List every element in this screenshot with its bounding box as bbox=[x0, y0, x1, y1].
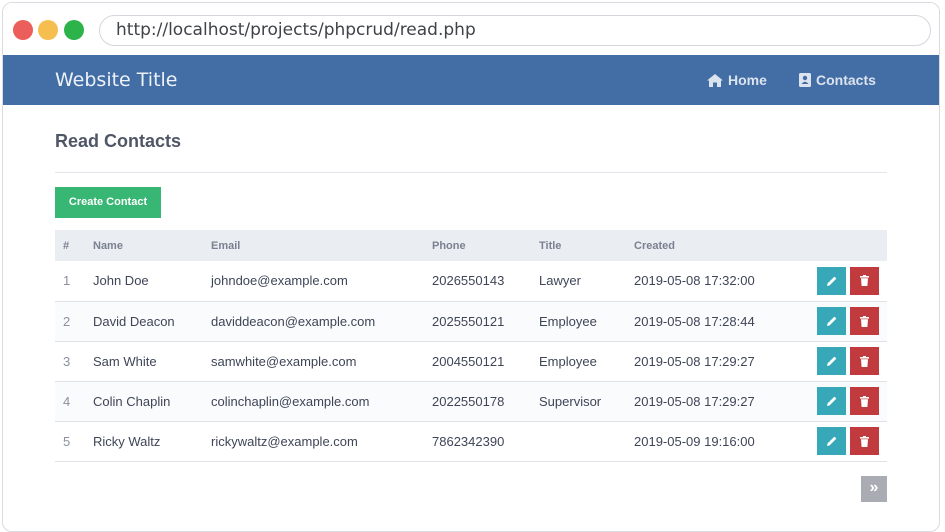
cell-email: johndoe@example.com bbox=[211, 261, 432, 302]
home-icon bbox=[707, 73, 723, 87]
column-header-name: Name bbox=[93, 230, 211, 261]
delete-button[interactable] bbox=[850, 266, 879, 295]
site-title[interactable]: Website Title bbox=[55, 55, 178, 105]
cell-phone: 2022550178 bbox=[432, 381, 539, 422]
column-header-actions bbox=[811, 230, 887, 261]
cell-number: 5 bbox=[55, 421, 93, 462]
cell-number: 3 bbox=[55, 341, 93, 382]
cell-actions bbox=[811, 301, 887, 342]
cell-number: 4 bbox=[55, 381, 93, 422]
cell-created: 2019-05-08 17:32:00 bbox=[634, 261, 811, 302]
create-contact-button[interactable]: Create Contact bbox=[55, 187, 161, 218]
cell-name: Ricky Waltz bbox=[93, 421, 211, 462]
cell-number: 1 bbox=[55, 261, 93, 302]
pencil-icon bbox=[826, 316, 836, 326]
table-body: 1 John Doe johndoe@example.com 202655014… bbox=[55, 261, 887, 462]
cell-title bbox=[539, 421, 634, 462]
cell-title: Employee bbox=[539, 301, 634, 342]
table-row: 1 John Doe johndoe@example.com 202655014… bbox=[55, 261, 887, 302]
pencil-icon bbox=[826, 436, 836, 446]
cell-email: samwhite@example.com bbox=[211, 341, 432, 382]
column-header-title: Title bbox=[539, 230, 634, 261]
browser-window: http://localhost/projects/phpcrud/read.p… bbox=[2, 2, 940, 532]
table-header-row: # Name Email Phone Title Created bbox=[55, 230, 887, 261]
cell-title: Employee bbox=[539, 341, 634, 382]
cell-actions bbox=[811, 421, 887, 462]
trash-icon bbox=[860, 395, 869, 407]
page-title: Read Contacts bbox=[55, 131, 182, 151]
nav-link-contacts[interactable]: Contacts bbox=[799, 55, 876, 105]
edit-button[interactable] bbox=[817, 266, 846, 295]
delete-button[interactable] bbox=[850, 387, 879, 415]
cell-actions bbox=[811, 341, 887, 382]
contacts-table: # Name Email Phone Title Created 1 John … bbox=[55, 230, 887, 462]
cell-email: daviddeacon@example.com bbox=[211, 301, 432, 342]
trash-icon bbox=[860, 315, 869, 327]
cell-name: David Deacon bbox=[93, 301, 211, 342]
cell-title: Supervisor bbox=[539, 381, 634, 422]
trash-icon bbox=[860, 435, 869, 447]
column-header-email: Email bbox=[211, 230, 432, 261]
table-row: 4 Colin Chaplin colinchaplin@example.com… bbox=[55, 381, 887, 422]
delete-button[interactable] bbox=[850, 307, 879, 335]
cell-email: rickywaltz@example.com bbox=[211, 421, 432, 462]
column-header-created: Created bbox=[634, 230, 811, 261]
cell-name: Colin Chaplin bbox=[93, 381, 211, 422]
cell-phone: 7862342390 bbox=[432, 421, 539, 462]
cell-name: Sam White bbox=[93, 341, 211, 382]
minimize-window-button[interactable] bbox=[38, 20, 58, 40]
divider bbox=[55, 172, 887, 173]
maximize-window-button[interactable] bbox=[64, 20, 84, 40]
cell-phone: 2026550143 bbox=[432, 261, 539, 302]
table-row: 5 Ricky Waltz rickywaltz@example.com 786… bbox=[55, 421, 887, 462]
cell-name: John Doe bbox=[93, 261, 211, 302]
cell-phone: 2004550121 bbox=[432, 341, 539, 382]
edit-button[interactable] bbox=[817, 387, 846, 415]
table-row: 3 Sam White samwhite@example.com 2004550… bbox=[55, 341, 887, 382]
pencil-icon bbox=[826, 276, 836, 286]
cell-email: colinchaplin@example.com bbox=[211, 381, 432, 422]
browser-chrome: http://localhost/projects/phpcrud/read.p… bbox=[3, 3, 939, 55]
delete-button[interactable] bbox=[850, 347, 879, 375]
pencil-icon bbox=[826, 356, 836, 366]
nav-link-home-label: Home bbox=[728, 72, 767, 88]
cell-actions bbox=[811, 381, 887, 422]
edit-button[interactable] bbox=[817, 427, 846, 455]
cell-created: 2019-05-08 17:28:44 bbox=[634, 301, 811, 342]
edit-button[interactable] bbox=[817, 307, 846, 335]
address-book-icon bbox=[799, 73, 811, 87]
cell-created: 2019-05-09 19:16:00 bbox=[634, 421, 811, 462]
column-header-number: # bbox=[55, 230, 93, 261]
address-bar[interactable]: http://localhost/projects/phpcrud/read.p… bbox=[99, 15, 931, 46]
cell-phone: 2025550121 bbox=[432, 301, 539, 342]
cell-created: 2019-05-08 17:29:27 bbox=[634, 381, 811, 422]
cell-created: 2019-05-08 17:29:27 bbox=[634, 341, 811, 382]
nav-link-contacts-label: Contacts bbox=[816, 72, 876, 88]
pencil-icon bbox=[826, 396, 836, 406]
navbar: Website Title Home Contacts bbox=[3, 55, 939, 105]
trash-icon bbox=[860, 355, 869, 367]
trash-icon bbox=[860, 275, 869, 287]
cell-actions bbox=[811, 261, 887, 302]
pagination-next-button[interactable]: » bbox=[861, 476, 887, 502]
cell-title: Lawyer bbox=[539, 261, 634, 302]
nav-link-home[interactable]: Home bbox=[707, 55, 767, 105]
edit-button[interactable] bbox=[817, 347, 846, 375]
delete-button[interactable] bbox=[850, 427, 879, 455]
column-header-phone: Phone bbox=[432, 230, 539, 261]
close-window-button[interactable] bbox=[13, 20, 33, 40]
cell-number: 2 bbox=[55, 301, 93, 342]
table-row: 2 David Deacon daviddeacon@example.com 2… bbox=[55, 301, 887, 342]
